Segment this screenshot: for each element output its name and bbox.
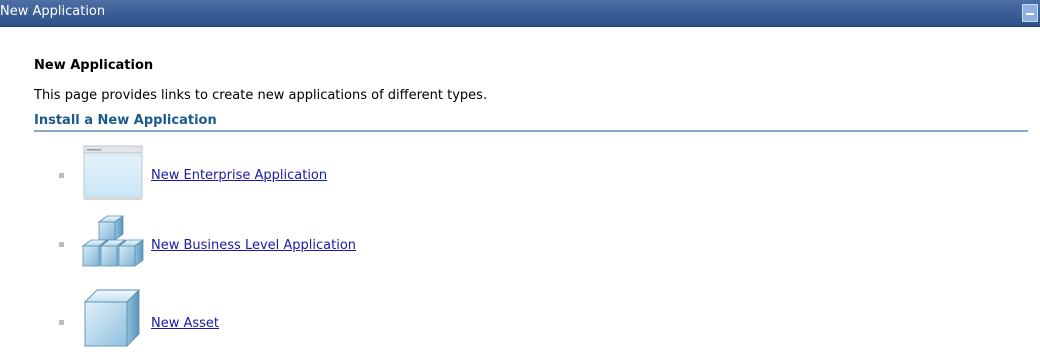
new-asset-link[interactable]: New Asset [151, 316, 219, 331]
page-content: New Application This page provides links… [34, 58, 1028, 348]
minimize-icon [1026, 13, 1034, 15]
stacked-cubes-icon [79, 212, 145, 272]
new-business-level-application-link[interactable]: New Business Level Application [151, 238, 356, 253]
list-item-asset: New Asset [34, 288, 534, 348]
page-description: This page provides links to create new a… [34, 88, 488, 103]
bullet-icon [59, 242, 64, 247]
list-item-business-level-application: New Business Level Application [34, 214, 534, 274]
new-enterprise-application-link[interactable]: New Enterprise Application [151, 168, 327, 183]
window-title: New Application [0, 4, 106, 19]
minimize-button[interactable] [1022, 4, 1038, 22]
bullet-icon [59, 320, 64, 325]
install-new-application-link[interactable]: Install a New Application [34, 113, 217, 128]
new-application-window: New Application New Application This pag… [0, 0, 1040, 360]
window-icon [79, 144, 145, 204]
page-heading: New Application [34, 58, 154, 73]
section-divider [34, 130, 1028, 132]
bullet-icon [59, 173, 64, 178]
cube-icon [79, 286, 145, 348]
list-item-enterprise-application: New Enterprise Application [34, 144, 534, 204]
title-bar: New Application [0, 0, 1040, 27]
